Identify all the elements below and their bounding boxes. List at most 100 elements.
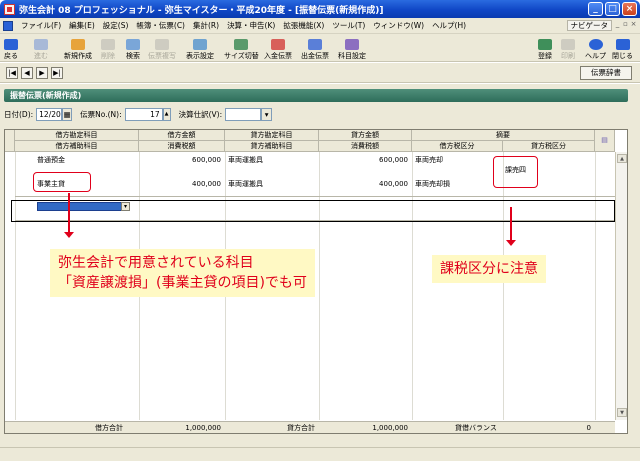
chevron-down-icon[interactable]: ▾: [261, 107, 273, 121]
row1-summary[interactable]: 車両売却: [415, 155, 443, 165]
help-button[interactable]: ヘルプ: [585, 36, 606, 61]
slip-no-spinner[interactable]: ▲: [162, 107, 171, 121]
row2-credit-account[interactable]: 車両運搬具: [228, 179, 263, 189]
new-button[interactable]: 新規作成: [64, 36, 92, 61]
dropdown-arrow-icon[interactable]: ▾: [121, 202, 130, 211]
print-button[interactable]: 印刷: [561, 36, 575, 61]
left-annotation-arrow: [64, 193, 74, 238]
menu-settings[interactable]: 設定(S): [99, 20, 133, 31]
header-debit-tax-category: 借方税区分: [412, 141, 503, 152]
document-icon: [3, 20, 13, 31]
mdi-close-icon[interactable]: ×: [630, 20, 637, 29]
highlight-owner-draw: [33, 172, 91, 192]
back-button[interactable]: 戻る: [4, 36, 18, 61]
balance-label: 貸借バランス: [455, 424, 497, 432]
title-bar: 弥生会計 08 プロフェッショナル - 弥生マイスター・平成20年度 - [振替…: [0, 0, 640, 18]
status-bar: [0, 447, 640, 461]
slip-dictionary-button[interactable]: 伝票辞書: [580, 66, 632, 80]
printer-icon: [561, 39, 575, 50]
duplicate-button[interactable]: 伝票複写: [148, 36, 176, 61]
last-record-button[interactable]: ▶|: [51, 67, 63, 79]
highlight-tax-category: [493, 156, 538, 188]
forward-arrow-icon: [34, 39, 48, 50]
row1-credit-account[interactable]: 車両運搬具: [228, 155, 263, 165]
header-debit-sub-account: 借方補助科目: [15, 141, 139, 152]
row1-debit-account[interactable]: 普通預金: [37, 155, 65, 165]
account-settings-icon: [345, 39, 359, 50]
menu-extensions[interactable]: 拡張機能(X): [279, 20, 328, 31]
menu-aggregate[interactable]: 集計(R): [189, 20, 223, 31]
maximize-button[interactable]: □: [605, 2, 620, 16]
menu-tools[interactable]: ツール(T): [328, 20, 369, 31]
memo-icon[interactable]: ▤: [595, 130, 615, 152]
slip-header-form: 日付(D): 12/20 ▦ 伝票No.(N): 17 ▲ 決算仕訳(V): ▾: [4, 106, 273, 122]
menu-edit[interactable]: 編集(E): [65, 20, 99, 31]
prev-record-button[interactable]: ◀: [21, 67, 33, 79]
payment-slip-button[interactable]: 出金伝票: [301, 36, 329, 61]
search-button[interactable]: 検索: [126, 36, 140, 61]
date-label: 日付(D):: [4, 109, 34, 119]
size-switch-icon: [234, 39, 249, 50]
delete-icon: [101, 39, 115, 50]
menu-books[interactable]: 帳簿・伝票(C): [132, 20, 189, 31]
annotation-left: 弥生会計で用意されている科目 「資産譲渡損」(事業主貸の項目)でも可: [50, 249, 315, 297]
credit-total: 1,000,000: [372, 424, 408, 432]
help-icon: [588, 39, 603, 50]
new-document-icon: [71, 39, 85, 50]
mdi-minimize-icon[interactable]: _: [614, 20, 621, 29]
settlement-select[interactable]: [225, 107, 262, 121]
debit-account-dropdown[interactable]: [37, 202, 129, 211]
next-record-button[interactable]: ▶: [36, 67, 48, 79]
slip-no-label: 伝票No.(N):: [80, 109, 122, 119]
settlement-label: 決算仕訳(V):: [178, 109, 223, 119]
delete-button[interactable]: 削除: [101, 36, 115, 61]
menu-help[interactable]: ヘルプ(H): [428, 20, 470, 31]
forward-button[interactable]: 進む: [34, 36, 48, 61]
calendar-icon[interactable]: ▦: [62, 107, 73, 121]
header-debit-tax: 消費税額: [139, 141, 225, 152]
register-icon: [538, 39, 552, 50]
header-summary: 摘要: [412, 130, 595, 141]
debit-total-label: 借方合計: [95, 424, 123, 432]
header-debit-account: 借方勘定科目: [15, 130, 139, 141]
annotation-right: 課税区分に注意: [432, 255, 546, 283]
row1-credit-amount[interactable]: 600,000: [319, 155, 408, 165]
account-settings-button[interactable]: 科目設定: [338, 36, 366, 61]
close-button[interactable]: 閉じる: [612, 36, 633, 61]
scroll-up-icon[interactable]: ▲: [617, 154, 627, 163]
row2-debit-amount[interactable]: 400,000: [139, 179, 221, 189]
minimize-button[interactable]: _: [588, 2, 603, 16]
row1-debit-amount[interactable]: 600,000: [139, 155, 221, 165]
annotation-left-line2: 「資産譲渡損」(事業主貸の項目)でも可: [58, 275, 307, 291]
close-window-button[interactable]: ×: [622, 2, 637, 16]
header-credit-sub-account: 貸方補助科目: [225, 141, 319, 152]
annotation-left-line1: 弥生会計で用意されている科目: [58, 255, 254, 271]
menu-file[interactable]: ファイル(F): [17, 20, 65, 31]
copy-icon: [155, 39, 169, 50]
grid-scrollbar[interactable]: ▲ ▼: [615, 152, 627, 420]
header-debit-amount: 借方金額: [139, 130, 225, 141]
debit-total: 1,000,000: [185, 424, 221, 432]
grid-header: 借方勘定科目 借方金額 貸方勘定科目 貸方金額 摘要 借方補助科目 消費税額 貸…: [5, 130, 615, 152]
header-credit-amount: 貸方金額: [319, 130, 412, 141]
navigator-button[interactable]: ナビゲータ: [566, 20, 612, 31]
scroll-down-icon[interactable]: ▼: [617, 408, 627, 417]
mdi-restore-icon[interactable]: ▫: [622, 20, 629, 29]
toolbar: 戻る 進む 新規作成 削除 検索 伝票複写 表示設定 サイズ切替 入金伝票 出金…: [0, 34, 640, 62]
row2-summary[interactable]: 車両売却損: [415, 179, 450, 189]
display-settings-button[interactable]: 表示設定: [186, 36, 214, 61]
size-switch-button[interactable]: サイズ切替: [224, 36, 259, 61]
menu-window[interactable]: ウィンドウ(W): [369, 20, 428, 31]
income-slip-button[interactable]: 入金伝票: [264, 36, 292, 61]
date-field[interactable]: 12/20: [36, 107, 63, 121]
register-button[interactable]: 登録: [538, 36, 552, 61]
menu-settlement[interactable]: 決算・申告(K): [223, 20, 279, 31]
header-credit-account: 貸方勘定科目: [225, 130, 319, 141]
first-record-button[interactable]: |◀: [6, 67, 18, 79]
row2-credit-amount[interactable]: 400,000: [319, 179, 408, 189]
payment-slip-icon: [308, 39, 322, 50]
close-door-icon: [615, 39, 630, 50]
balance-value: 0: [586, 424, 591, 432]
slip-no-field[interactable]: 17: [124, 107, 163, 121]
record-navigation-bar: |◀ ◀ ▶ ▶| 伝票辞書: [0, 63, 640, 83]
